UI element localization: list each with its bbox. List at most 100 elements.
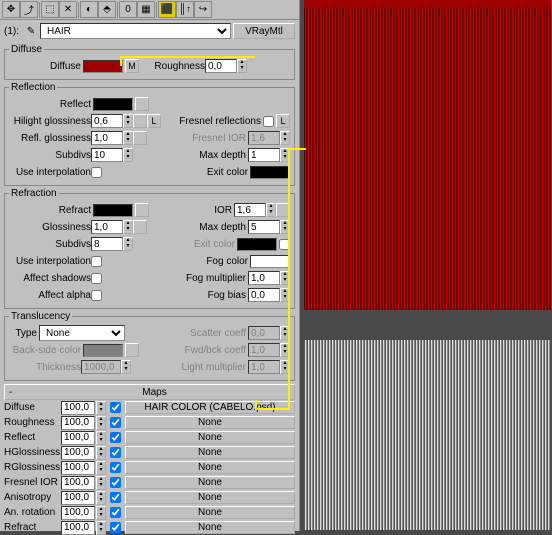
- hilight-lock-button[interactable]: L: [147, 114, 161, 128]
- hilight-map-button[interactable]: [133, 114, 147, 128]
- map-amount-spinner[interactable]: ▴▾: [96, 506, 106, 520]
- map-enable-checkbox[interactable]: [110, 432, 121, 443]
- affalpha-checkbox[interactable]: [91, 290, 102, 301]
- fogcolor-swatch[interactable]: [250, 255, 290, 268]
- maps-rollout-header[interactable]: - Maps: [4, 384, 295, 400]
- map-row: Refract▴▾None: [4, 520, 295, 535]
- trans-type-select[interactable]: None: [39, 325, 125, 341]
- thick-label: Thickness: [9, 362, 81, 373]
- diffuse-map-button[interactable]: M: [125, 59, 139, 73]
- scatter-input: [248, 326, 280, 340]
- tool-material-id-icon[interactable]: 0: [119, 1, 137, 18]
- map-amount-input[interactable]: [61, 461, 95, 475]
- map-amount-spinner[interactable]: ▴▾: [96, 491, 106, 505]
- map-enable-checkbox[interactable]: [110, 492, 121, 503]
- pick-icon[interactable]: ✎: [24, 26, 38, 37]
- tool-show-map-icon[interactable]: ▦: [137, 1, 155, 18]
- map-amount-input[interactable]: [61, 401, 95, 415]
- map-amount-input[interactable]: [61, 521, 95, 535]
- refl-useint-checkbox[interactable]: [91, 167, 102, 178]
- fogbias-input[interactable]: [248, 288, 280, 302]
- map-slot-button[interactable]: None: [125, 416, 295, 429]
- map-slot-button[interactable]: None: [125, 521, 295, 534]
- roughness-spinner[interactable]: ▴▾: [237, 59, 247, 73]
- map-enable-checkbox[interactable]: [110, 522, 121, 533]
- diffuse-label: Diffuse: [9, 61, 81, 72]
- refl-exitcolor-swatch[interactable]: [250, 166, 290, 179]
- map-row: Anisotropy▴▾None: [4, 490, 295, 505]
- refl-gloss-input[interactable]: [91, 131, 123, 145]
- material-type-button[interactable]: VRayMtl: [233, 23, 295, 39]
- hilight-gloss-input[interactable]: [91, 114, 123, 128]
- map-enable-checkbox[interactable]: [110, 417, 121, 428]
- reflect-map-button[interactable]: [135, 97, 149, 111]
- map-slot-button[interactable]: None: [125, 461, 295, 474]
- map-amount-input[interactable]: [61, 491, 95, 505]
- map-slot-button[interactable]: None: [125, 476, 295, 489]
- tool-get-material-icon[interactable]: ✥: [2, 1, 20, 18]
- refr-maxdepth-input[interactable]: [248, 220, 280, 234]
- map-amount-input[interactable]: [61, 416, 95, 430]
- refr-gloss-input[interactable]: [91, 220, 123, 234]
- map-amount-spinner[interactable]: ▴▾: [96, 446, 106, 460]
- diffuse-color-swatch[interactable]: [83, 60, 123, 73]
- refr-useint-checkbox[interactable]: [91, 256, 102, 267]
- tool-show-end-result-icon[interactable]: ⬛: [158, 1, 176, 18]
- ior-input[interactable]: [234, 203, 266, 217]
- map-amount-spinner[interactable]: ▴▾: [96, 401, 106, 415]
- map-amount-spinner[interactable]: ▴▾: [96, 476, 106, 490]
- refl-maxdepth-label: Max depth: [133, 150, 248, 161]
- map-enable-checkbox[interactable]: [110, 507, 121, 518]
- tool-make-unique-icon[interactable]: ◐: [80, 1, 98, 18]
- refl-subdivs-input[interactable]: [91, 148, 123, 162]
- tool-go-forward-icon[interactable]: ↪: [194, 1, 212, 18]
- tool-put-material-icon[interactable]: ⤴: [20, 1, 38, 18]
- refl-gloss-map-button[interactable]: [133, 131, 147, 145]
- map-row: Fresnel IOR▴▾None: [4, 475, 295, 490]
- map-amount-spinner[interactable]: ▴▾: [96, 521, 106, 535]
- refr-gloss-map-button[interactable]: [133, 220, 147, 234]
- tool-delete-icon[interactable]: ✕: [59, 1, 77, 18]
- refract-color-swatch[interactable]: [93, 204, 133, 217]
- refr-gloss-spinner[interactable]: ▴▾: [123, 220, 133, 234]
- material-name-select[interactable]: HAIR: [40, 23, 231, 39]
- reflect-color-swatch[interactable]: [93, 98, 133, 111]
- map-enable-checkbox[interactable]: [110, 477, 121, 488]
- refl-maxdepth-input[interactable]: [248, 148, 280, 162]
- preview-gray-texture: [304, 340, 551, 530]
- ior-spinner[interactable]: ▴▾: [266, 203, 276, 217]
- translucency-title: Translucency: [9, 311, 72, 322]
- refr-subdivs-spinner[interactable]: ▴▾: [123, 237, 133, 251]
- tool-assign-icon[interactable]: ⬚: [41, 1, 59, 18]
- map-enable-checkbox[interactable]: [110, 462, 121, 473]
- fresnel-lock-button[interactable]: L: [276, 114, 290, 128]
- tool-go-parent-icon[interactable]: ║↑: [176, 1, 194, 18]
- roughness-input[interactable]: [205, 59, 237, 73]
- map-enable-checkbox[interactable]: [110, 402, 121, 413]
- map-amount-input[interactable]: [61, 446, 95, 460]
- map-amount-spinner[interactable]: ▴▾: [96, 431, 106, 445]
- map-amount-input[interactable]: [61, 431, 95, 445]
- refract-map-button[interactable]: [135, 203, 149, 217]
- tool-put-library-icon[interactable]: ⬘: [98, 1, 116, 18]
- map-row-label: Diffuse: [4, 402, 60, 413]
- affshad-checkbox[interactable]: [91, 273, 102, 284]
- map-amount-input[interactable]: [61, 476, 95, 490]
- map-enable-checkbox[interactable]: [110, 447, 121, 458]
- refl-gloss-spinner[interactable]: ▴▾: [123, 131, 133, 145]
- map-amount-spinner[interactable]: ▴▾: [96, 461, 106, 475]
- hilight-gloss-spinner[interactable]: ▴▾: [123, 114, 133, 128]
- refr-subdivs-input[interactable]: [91, 237, 123, 251]
- refl-subdivs-spinner[interactable]: ▴▾: [123, 148, 133, 162]
- maps-rollout-sign: -: [9, 387, 19, 398]
- map-slot-button[interactable]: None: [125, 506, 295, 519]
- affalpha-label: Affect alpha: [9, 290, 91, 301]
- fogmult-input[interactable]: [248, 271, 280, 285]
- map-amount-spinner[interactable]: ▴▾: [96, 416, 106, 430]
- map-slot-button[interactable]: None: [125, 446, 295, 459]
- thick-spinner: ▴▾: [121, 360, 131, 374]
- fresnel-refl-checkbox[interactable]: [263, 116, 274, 127]
- map-slot-button[interactable]: None: [125, 431, 295, 444]
- map-amount-input[interactable]: [61, 506, 95, 520]
- map-slot-button[interactable]: None: [125, 491, 295, 504]
